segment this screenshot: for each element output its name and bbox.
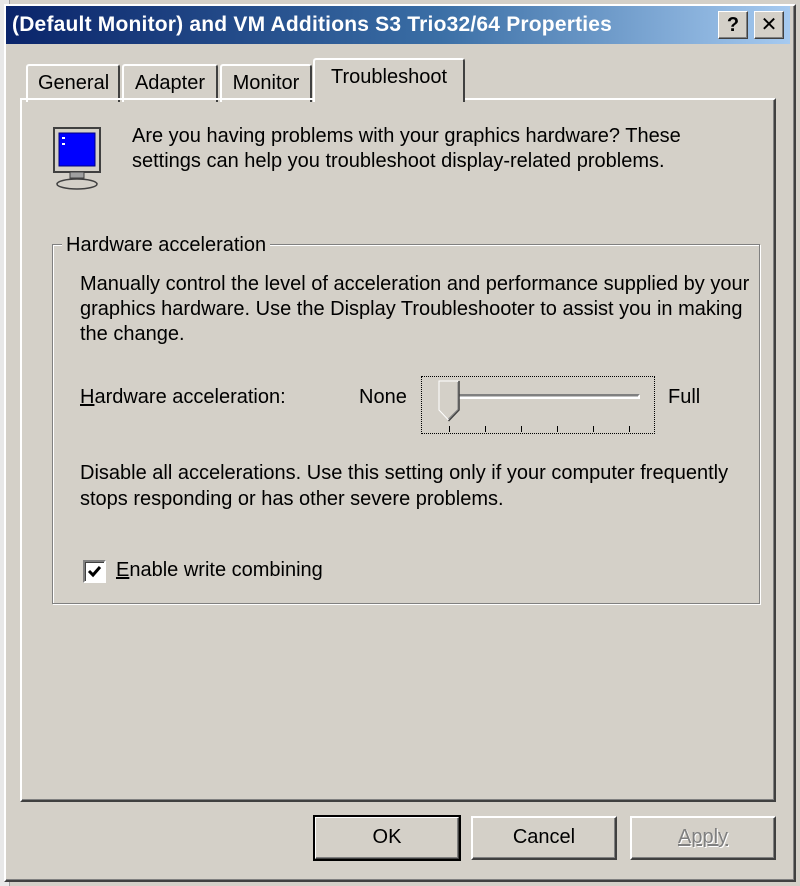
slider-tick xyxy=(557,426,558,432)
tab-adapter[interactable]: Adapter xyxy=(122,64,218,102)
help-button[interactable]: ? xyxy=(718,11,748,39)
ok-button[interactable]: OK xyxy=(313,815,461,861)
slider-track xyxy=(440,394,640,399)
monitor-icon xyxy=(53,127,101,190)
close-button[interactable]: ✕ xyxy=(754,11,784,39)
slider-tick xyxy=(485,426,486,432)
intro-text: Are you having problems with your graphi… xyxy=(132,125,681,172)
checkmark-icon xyxy=(87,566,102,578)
write-combining-label-rest: nable write combining xyxy=(129,559,323,581)
tab-general[interactable]: General xyxy=(26,64,120,102)
slider-max-label: Full xyxy=(668,386,701,408)
write-combining-checkbox[interactable] xyxy=(83,560,106,583)
slider-thumb[interactable] xyxy=(438,380,460,422)
slider-tick xyxy=(449,426,450,432)
accel-key-e: E xyxy=(116,559,130,581)
group-legend: Hardware acceleration xyxy=(62,234,271,257)
write-combining-label[interactable]: Enable write combining xyxy=(116,559,323,582)
slider-tick xyxy=(593,426,594,432)
apply-button[interactable]: Apply xyxy=(630,816,776,860)
tab-monitor[interactable]: Monitor xyxy=(220,64,312,102)
setting-description: Disable all accelerations. Use this sett… xyxy=(80,462,729,510)
apply-label: Apply xyxy=(677,826,729,848)
tab-troubleshoot[interactable]: Troubleshoot xyxy=(313,58,465,102)
accel-key-h: H xyxy=(80,386,95,408)
hardware-acceleration-label: Hardware acceleration: xyxy=(80,386,286,409)
slider-min-label: None xyxy=(359,386,407,408)
acceleration-description: Manually control the level of accelerati… xyxy=(80,273,750,345)
slider-tick xyxy=(629,426,630,432)
window-title: (Default Monitor) and VM Additions S3 Tr… xyxy=(12,13,613,36)
title-bar[interactable]: (Default Monitor) and VM Additions S3 Tr… xyxy=(6,6,790,44)
hardware-acceleration-label-rest: ardware acceleration: xyxy=(94,386,286,408)
slider-tick xyxy=(521,426,522,432)
cancel-button[interactable]: Cancel xyxy=(471,816,617,860)
